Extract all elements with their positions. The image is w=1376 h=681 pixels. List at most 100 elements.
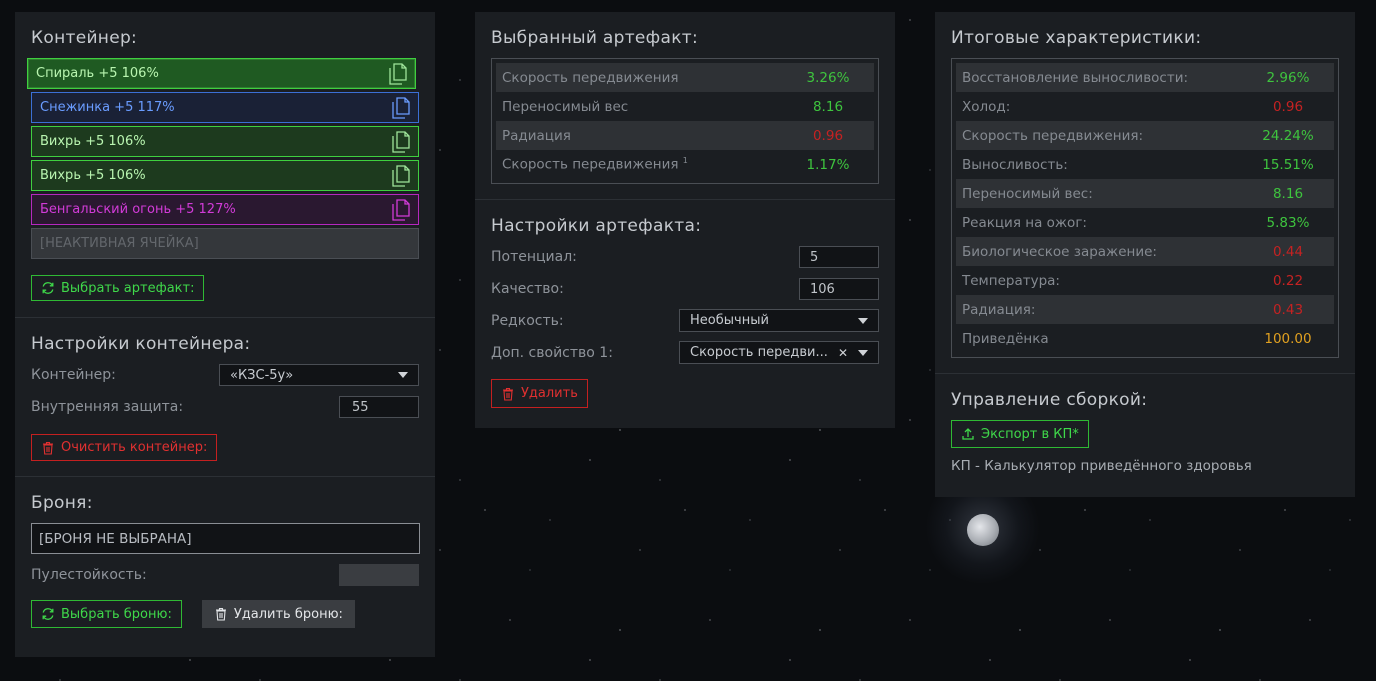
upload-icon [962, 428, 974, 440]
delete-armor-label: Удалить броню: [233, 606, 343, 622]
export-button[interactable]: Экспорт в КП* [951, 420, 1089, 448]
stat-name: Переносимый вес: [962, 185, 1093, 202]
stat-name: Биологическое заражение: [962, 243, 1157, 260]
trash-icon [43, 441, 53, 455]
slot-label: [НЕАКТИВНАЯ ЯЧЕЙКА] [40, 236, 199, 251]
rarity-select-value: Необычный [690, 313, 769, 328]
stat-value: 0.44 [1272, 243, 1304, 260]
artifact-title: Выбранный артефакт: [491, 28, 699, 48]
select-artifact-button[interactable]: Выбрать артефакт: [31, 275, 205, 301]
clear-x-icon[interactable]: ✕ [838, 346, 848, 360]
select-artifact-label: Выбрать артефакт: [61, 280, 195, 296]
rarity-select[interactable]: Необычный [679, 309, 879, 332]
slot-1[interactable]: Спираль +5 106% [27, 58, 416, 89]
stat-name: Радиация [502, 127, 571, 144]
quality-label: Качество: [491, 281, 564, 297]
quality-input[interactable]: 106 [799, 278, 879, 300]
stat-value: 5.83% [1266, 214, 1310, 231]
container-slots: Спираль +5 106% Снежинка +5 117% Вихрь +… [27, 58, 419, 259]
document-copy-icon[interactable] [389, 62, 407, 85]
bullet-resist-input[interactable] [339, 564, 419, 586]
stat-name: Восстановление выносливости: [962, 69, 1189, 86]
refresh-icon [42, 282, 54, 294]
potential-value: 5 [810, 249, 819, 265]
summary-stat-row: Скорость передвижения: 24.24% [956, 121, 1334, 150]
stat-name: Радиация: [962, 301, 1036, 318]
clear-container-button[interactable]: Очистить контейнер: [31, 434, 218, 461]
select-armor-label: Выбрать броню: [61, 606, 172, 622]
inner-protection-value: 55 [352, 399, 369, 415]
slot-4[interactable]: Вихрь +5 106% [31, 160, 419, 191]
delete-artifact-button[interactable]: Удалить [491, 379, 588, 408]
artifact-settings-title: Настройки артефакта: [491, 216, 702, 236]
potential-input[interactable]: 5 [799, 246, 879, 268]
delete-artifact-label: Удалить [521, 386, 578, 401]
trash-icon [503, 387, 513, 401]
summary-stat-row: Биологическое заражение: 0.44 [956, 237, 1334, 266]
bullet-resist-label: Пулестойкость: [31, 567, 147, 583]
armor-field[interactable]: [БРОНЯ НЕ ВЫБРАНА] [31, 523, 420, 554]
stat-name: Скорость передвижения: [962, 127, 1144, 144]
slot-2[interactable]: Снежинка +5 117% [31, 92, 419, 123]
container-select[interactable]: «КЗС-5у» [219, 364, 419, 386]
summary-stats: Восстановление выносливости: 2.96% Холод:… [951, 58, 1339, 358]
stat-name-wrap: Скорость передвижения 1 [502, 156, 688, 173]
document-copy-icon[interactable] [392, 96, 410, 119]
build-management-title: Управление сборкой: [951, 390, 1148, 410]
inner-protection-input[interactable]: 55 [339, 396, 419, 418]
container-title: Контейнер: [31, 28, 138, 48]
select-controls: ✕ [838, 346, 868, 360]
container-settings-title: Настройки контейнера: [31, 334, 251, 354]
inner-protection-label: Внутренняя защита: [31, 399, 184, 415]
slot-5[interactable]: Бенгальский огонь +5 127% [31, 194, 419, 225]
slot-label: Вихрь +5 106% [40, 134, 146, 149]
slot-3[interactable]: Вихрь +5 106% [31, 126, 419, 157]
artifact-stat-row: Переносимый вес 8.16 [496, 92, 874, 121]
stat-value: 24.24% [1262, 127, 1314, 144]
stat-name: Холод: [962, 98, 1011, 115]
slot-inactive: [НЕАКТИВНАЯ ЯЧЕЙКА] [31, 228, 419, 259]
stat-value: 15.51% [1262, 156, 1314, 173]
refresh-icon [42, 608, 54, 620]
artifact-panel: Выбранный артефакт: Скорость передвижени… [475, 12, 895, 428]
slot-label: Спираль +5 106% [36, 66, 159, 81]
stat-value: 0.22 [1272, 272, 1304, 289]
artifact-stat-row: Скорость передвижения 3.26% [496, 63, 874, 92]
stat-name: Скорость передвижения [502, 69, 679, 86]
summary-stat-row: Приведёнка 100.00 [956, 324, 1334, 353]
stat-value: 1.17% [806, 156, 850, 173]
document-copy-icon[interactable] [392, 164, 410, 187]
stat-name: Приведёнка [962, 330, 1049, 347]
stat-value: 0.96 [1272, 98, 1304, 115]
document-copy-icon[interactable] [392, 130, 410, 153]
extra-prop-select[interactable]: Скорость передви... ✕ [679, 341, 879, 364]
summary-stat-row: Выносливость: 15.51% [956, 150, 1334, 179]
document-copy-icon[interactable] [392, 198, 410, 221]
summary-stat-row: Переносимый вес: 8.16 [956, 179, 1334, 208]
stat-name: Выносливость: [962, 156, 1068, 173]
summary-stat-row: Восстановление выносливости: 2.96% [956, 63, 1334, 92]
stat-value: 0.43 [1272, 301, 1304, 318]
container-select-value: «КЗС-5у» [230, 367, 294, 383]
slot-label: Вихрь +5 106% [40, 168, 146, 183]
chevron-down-icon [858, 349, 868, 356]
extra-prop-select-value: Скорость передви... [690, 345, 828, 360]
artifact-stat-row: Радиация 0.96 [496, 121, 874, 150]
chevron-down-icon [398, 372, 408, 378]
stat-value: 100.00 [1264, 330, 1312, 347]
container-label: Контейнер: [31, 367, 116, 383]
stat-value: 2.96% [1266, 69, 1310, 86]
extra-prop-label: Доп. свойство 1: [491, 344, 613, 361]
slot-label: Снежинка +5 117% [40, 100, 175, 115]
footnote: КП - Калькулятор приведённого здоровья [951, 458, 1252, 474]
select-armor-button[interactable]: Выбрать броню: [31, 600, 182, 628]
summary-stat-row: Температура: 0.22 [956, 266, 1334, 295]
stat-name: Скорость передвижения [502, 156, 679, 173]
summary-panel: Итоговые характеристики: Восстановление … [935, 12, 1355, 497]
summary-title: Итоговые характеристики: [951, 28, 1202, 48]
summary-stat-row: Холод: 0.96 [956, 92, 1334, 121]
stat-name: Температура: [962, 272, 1060, 289]
delete-armor-button[interactable]: Удалить броню: [201, 600, 355, 628]
armor-field-value: [БРОНЯ НЕ ВЫБРАНА] [39, 530, 192, 547]
stat-sup: 1 [682, 156, 688, 166]
